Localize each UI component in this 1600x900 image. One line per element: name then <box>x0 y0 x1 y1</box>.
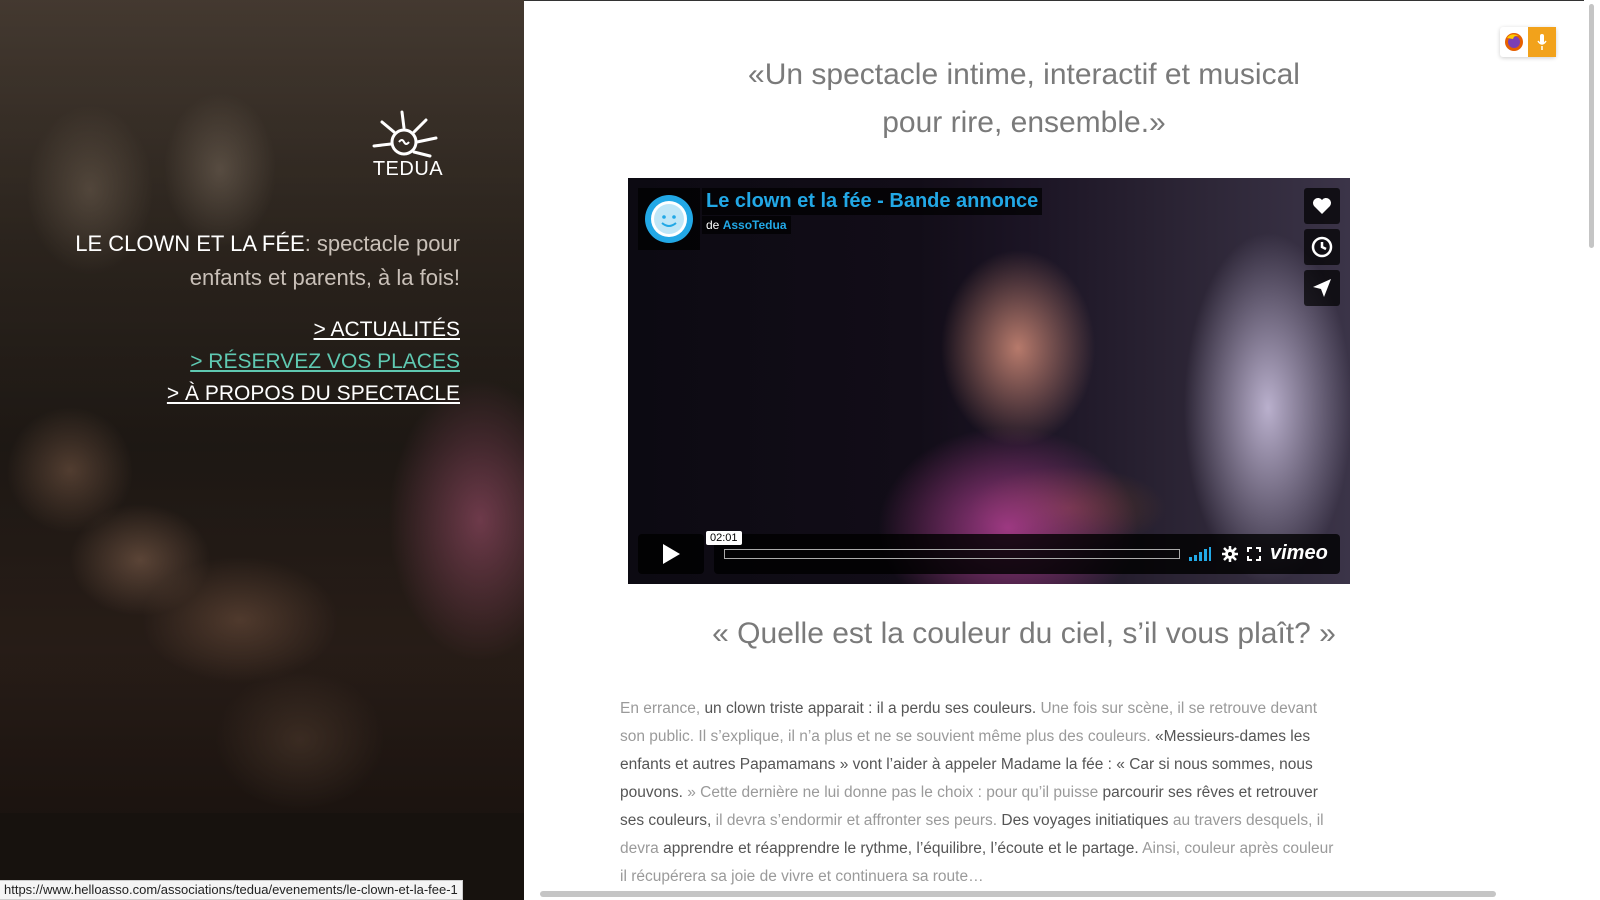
synopsis-text: il devra s’endormir et affronter ses peu… <box>711 812 1002 829</box>
fullscreen-button[interactable] <box>1244 544 1264 564</box>
control-bar: vimeo <box>714 534 1340 574</box>
nav-link-a-propos[interactable]: > À PROPOS DU SPECTACLE <box>167 382 460 405</box>
watch-later-button[interactable] <box>1304 229 1340 265</box>
tagline: LE CLOWN ET LA FÉE: spectacle pour enfan… <box>60 227 460 295</box>
fullscreen-icon <box>1247 547 1261 561</box>
headline-quote: «Un spectacle intime, interactif et musi… <box>524 51 1524 147</box>
progress-track[interactable] <box>724 549 1180 559</box>
synopsis-highlight: Des voyages initiatiques <box>1001 812 1169 829</box>
vertical-scroll-thumb[interactable] <box>1589 4 1594 248</box>
avatar-smiley-icon <box>645 195 693 243</box>
gear-icon <box>1222 546 1238 562</box>
heart-icon <box>1313 198 1331 214</box>
sidebar: TEDUA LE CLOWN ET LA FÉE: spectacle pour… <box>0 0 524 900</box>
firefox-icon[interactable] <box>1500 27 1528 57</box>
headline-line-1: «Un spectacle intime, interactif et musi… <box>748 58 1300 91</box>
horizontal-scrollbar[interactable] <box>524 888 1584 900</box>
settings-button[interactable] <box>1220 544 1240 564</box>
synopsis-text: En errance, <box>620 700 705 717</box>
video-author-link[interactable]: AssoTedua <box>723 218 787 232</box>
video-player[interactable]: Le clown et la fée - Bande annonce de As… <box>628 178 1350 584</box>
synopsis-text: » Cette dernière ne lui donne pas le cho… <box>682 784 1103 801</box>
paper-plane-icon <box>1313 279 1331 297</box>
nav-link-actualites[interactable]: > ACTUALITÉS <box>314 318 460 341</box>
video-byline: de AssoTedua <box>702 216 791 234</box>
volume-button[interactable] <box>1188 544 1212 564</box>
synopsis-highlight: apprendre et réapprendre le rythme, l’éq… <box>663 840 1139 857</box>
main-content: «Un spectacle intime, interactif et musi… <box>524 0 1584 900</box>
nav-link-reservez[interactable]: > RÉSERVEZ VOS PLACES <box>190 350 460 373</box>
clock-icon <box>1311 236 1333 258</box>
section-subtitle: « Quelle est la couleur du ciel, s’il vo… <box>712 617 1336 650</box>
vimeo-logo[interactable]: vimeo <box>1270 542 1328 565</box>
share-button[interactable] <box>1304 270 1340 306</box>
horizontal-scroll-thumb[interactable] <box>540 891 1496 897</box>
extension-toolbar <box>1500 27 1556 57</box>
status-bar-url: https://www.helloasso.com/associations/t… <box>0 880 463 900</box>
video-time: 02:01 <box>706 531 742 545</box>
tagline-title: LE CLOWN ET LA FÉE <box>75 231 305 256</box>
play-button[interactable] <box>638 534 704 574</box>
synopsis-highlight: un clown triste apparait : il a perdu se… <box>704 700 1037 717</box>
headline-line-2: pour rire, ensemble.» <box>882 106 1166 139</box>
volume-bars-icon <box>1189 547 1211 561</box>
like-button[interactable] <box>1304 188 1340 224</box>
channel-avatar[interactable] <box>638 188 700 250</box>
nav-menu: > ACTUALITÉS > RÉSERVEZ VOS PLACES > À P… <box>0 318 460 414</box>
play-icon <box>663 544 680 564</box>
microphone-icon[interactable] <box>1528 27 1556 57</box>
logo-text: TEDUA <box>372 158 444 180</box>
vertical-scrollbar[interactable] <box>1584 0 1600 890</box>
synopsis-paragraph: En errance, un clown triste apparait : i… <box>620 695 1340 891</box>
video-title[interactable]: Le clown et la fée - Bande annonce <box>702 188 1043 215</box>
